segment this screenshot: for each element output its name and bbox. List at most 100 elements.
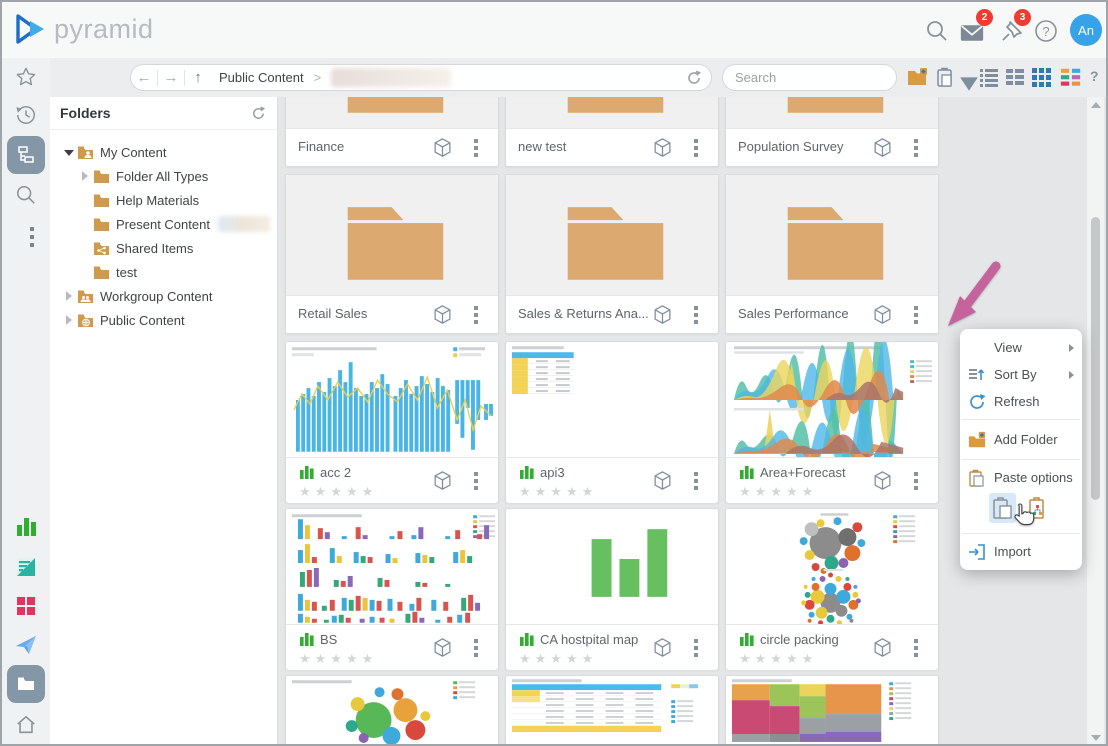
menu-item-add-folder[interactable]: Add Folder: [960, 424, 1082, 455]
vertical-scrollbar[interactable]: [1087, 97, 1104, 746]
search-input[interactable]: [733, 69, 913, 86]
menu-item-sort-by[interactable]: Sort By: [960, 361, 1082, 388]
tile-menu-icon[interactable]: [474, 139, 478, 160]
folder-tile-sales-returns[interactable]: Sales & Returns Ana...: [505, 174, 719, 334]
content-tile-partial-1[interactable]: [285, 675, 499, 746]
tile-menu-icon[interactable]: [474, 306, 478, 327]
collapse-arrow-icon[interactable]: [64, 291, 74, 301]
content-tree-selected[interactable]: [7, 136, 45, 174]
tree-item-present-content[interactable]: Present Content: [50, 212, 277, 236]
content-tile-partial-2[interactable]: [505, 675, 719, 746]
publish-module-icon[interactable]: [15, 634, 37, 656]
menu-item-import[interactable]: Import: [960, 538, 1082, 565]
folder-tile-retail-sales[interactable]: Retail Sales: [285, 174, 499, 334]
card-view-icon[interactable]: [1060, 66, 1082, 88]
tile-menu-icon[interactable]: [914, 306, 918, 327]
content-tile-circle-packing[interactable]: circle packing ★★★★★: [725, 508, 939, 670]
data-model-icon[interactable]: [872, 304, 893, 325]
tree-item-workgroup-content[interactable]: Workgroup Content: [50, 284, 277, 308]
folder-tile-sales-performance[interactable]: Sales Performance: [725, 174, 939, 334]
rating-stars[interactable]: ★★★★★: [519, 651, 597, 667]
data-model-icon[interactable]: [652, 304, 673, 325]
scroll-down-arrow-icon[interactable]: [1091, 735, 1101, 741]
tile-menu-icon[interactable]: [914, 472, 918, 493]
content-tile-partial-3[interactable]: [725, 675, 939, 746]
grid-view-icon[interactable]: [1030, 66, 1052, 88]
home-icon[interactable]: [15, 714, 37, 736]
tile-menu-icon[interactable]: [694, 639, 698, 660]
data-model-icon[interactable]: [432, 637, 453, 658]
scrollbar-thumb[interactable]: [1091, 217, 1100, 500]
breadcrumb-refresh-icon[interactable]: [685, 69, 703, 87]
back-button[interactable]: ←: [131, 69, 157, 86]
tile-menu-icon[interactable]: [914, 139, 918, 160]
data-model-icon[interactable]: [652, 470, 673, 491]
content-tile-area-forecast[interactable]: Area+Forecast ★★★★★: [725, 341, 939, 503]
analytics-module-icon[interactable]: [15, 516, 37, 538]
tile-menu-icon[interactable]: [694, 472, 698, 493]
content-tile-acc2[interactable]: acc 2 ★★★★★: [285, 341, 499, 503]
tree-item-my-content[interactable]: My Content: [50, 140, 277, 164]
up-button[interactable]: ↑: [185, 69, 211, 86]
list-view-icon[interactable]: [978, 66, 1000, 88]
folder-tile-new-test[interactable]: new test: [505, 97, 719, 167]
tile-menu-icon[interactable]: [914, 639, 918, 660]
data-model-icon[interactable]: [432, 137, 453, 158]
expand-arrow-icon[interactable]: [64, 147, 74, 157]
svg-text:?: ?: [1042, 24, 1049, 39]
menu-item-paste-options[interactable]: Paste options: [960, 464, 1082, 491]
tree-item-shared-items[interactable]: Shared Items: [50, 236, 277, 260]
data-model-icon[interactable]: [872, 637, 893, 658]
rail-search-icon[interactable]: [15, 184, 37, 206]
paste-dropdown-caret[interactable]: [958, 73, 980, 95]
rating-stars[interactable]: ★★★★★: [739, 484, 817, 500]
illustrate-module-icon[interactable]: [15, 595, 37, 617]
data-model-icon[interactable]: [652, 137, 673, 158]
tile-menu-icon[interactable]: [694, 306, 698, 327]
context-menu: View Sort By Refresh Add Fol: [960, 329, 1082, 570]
rating-stars[interactable]: ★★★★★: [299, 651, 377, 667]
data-model-icon[interactable]: [652, 637, 673, 658]
scroll-up-arrow-icon[interactable]: [1091, 102, 1101, 108]
tile-menu-icon[interactable]: [474, 639, 478, 660]
content-manager-selected[interactable]: [7, 665, 45, 703]
forward-button[interactable]: →: [158, 69, 184, 86]
collapse-arrow-icon[interactable]: [64, 315, 74, 325]
add-folder-icon[interactable]: [906, 66, 928, 88]
more-options-icon[interactable]: [21, 226, 43, 248]
history-icon[interactable]: [15, 104, 37, 126]
menu-item-view[interactable]: View: [960, 334, 1082, 361]
collapse-arrow-icon[interactable]: [80, 171, 90, 181]
help-icon[interactable]: ?: [1034, 19, 1058, 43]
folder-tile-population-survey[interactable]: Population Survey: [725, 97, 939, 167]
data-model-icon[interactable]: [432, 470, 453, 491]
rating-stars[interactable]: ★★★★★: [299, 484, 377, 500]
content-tile-ca-hospital-map[interactable]: CA hostpital map ★★★★★: [505, 508, 719, 670]
data-model-icon[interactable]: [872, 137, 893, 158]
rating-stars[interactable]: ★★★★★: [519, 484, 597, 500]
tree-item-public-content[interactable]: Public Content: [50, 308, 277, 332]
folder-tile-finance[interactable]: Finance: [285, 97, 499, 167]
menu-item-refresh[interactable]: Refresh: [960, 388, 1082, 415]
content-tile-bs[interactable]: BS ★★★★★: [285, 508, 499, 670]
content-tile-api3[interactable]: api3 ★★★★★: [505, 341, 719, 503]
toolbar-help-icon[interactable]: ?: [1090, 68, 1099, 84]
present-module-icon[interactable]: [15, 556, 37, 578]
tree-item-test[interactable]: test: [50, 260, 277, 284]
user-avatar[interactable]: An: [1070, 14, 1102, 46]
data-model-icon[interactable]: [432, 304, 453, 325]
tile-name: Area+Forecast: [760, 465, 846, 480]
tile-name: Finance: [298, 139, 344, 154]
paste-icon[interactable]: [934, 66, 956, 88]
tree-item-help-materials[interactable]: Help Materials: [50, 188, 277, 212]
tile-menu-icon[interactable]: [694, 139, 698, 160]
tree-item-folder-all-types[interactable]: Folder All Types: [50, 164, 277, 188]
folders-refresh-icon[interactable]: [250, 105, 267, 122]
favorites-icon[interactable]: [15, 66, 37, 88]
data-model-icon[interactable]: [872, 470, 893, 491]
global-search-icon[interactable]: [925, 19, 949, 43]
detail-view-icon[interactable]: [1004, 66, 1026, 88]
tile-menu-icon[interactable]: [474, 472, 478, 493]
breadcrumb-root[interactable]: Public Content: [219, 70, 304, 85]
rating-stars[interactable]: ★★★★★: [739, 651, 817, 667]
